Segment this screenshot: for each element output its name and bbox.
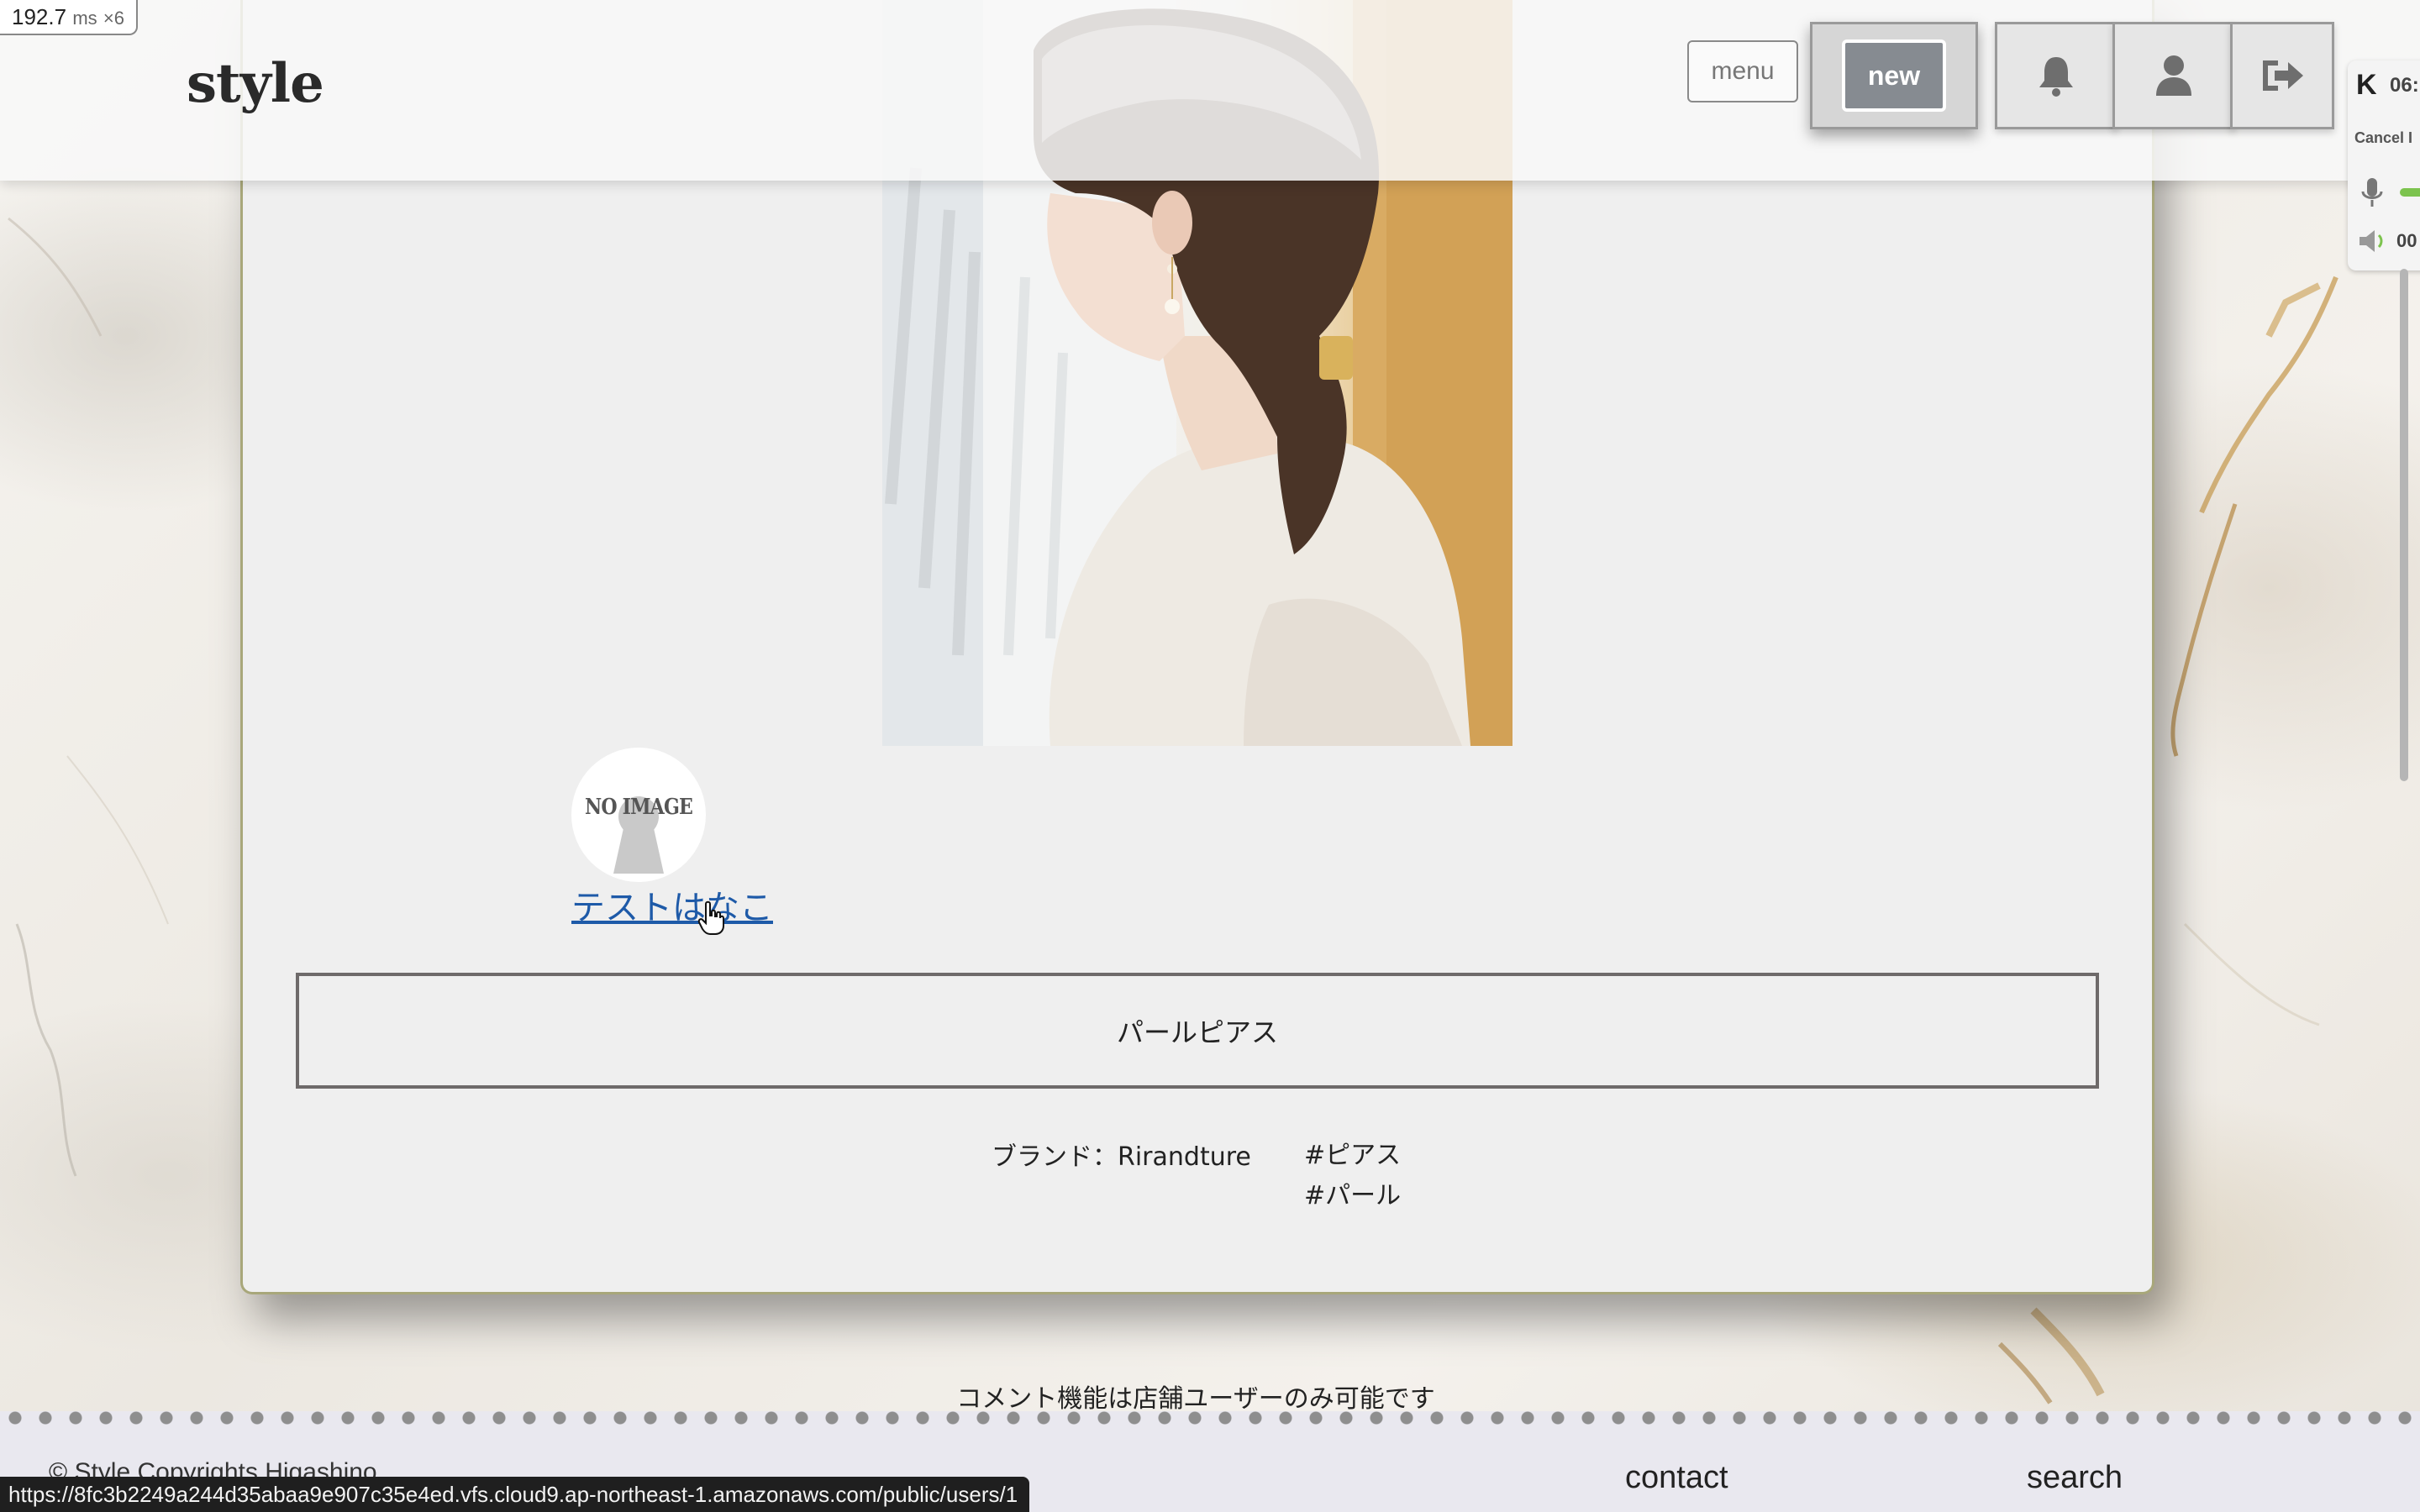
new-post-button[interactable]: new (1810, 22, 1978, 129)
status-bar-url: https://8fc3b2249a244d35abaa9e907c35e4ed… (0, 1477, 1030, 1512)
timing-badge: 192.7 ms ×6 (0, 0, 138, 35)
footer-link-search[interactable]: search (2027, 1460, 2123, 1496)
post-title-box: パールピアス (296, 973, 2099, 1089)
footer-dotted-border (0, 1410, 2420, 1426)
tag-item[interactable]: #パール (1304, 1176, 1401, 1216)
logout-icon (2263, 60, 2303, 91)
timing-value: 192.7 (12, 4, 67, 29)
footer-link-contact[interactable]: contact (1625, 1460, 1728, 1496)
bell-icon (2039, 57, 2073, 97)
extension-timer-top: 06: (2390, 74, 2419, 97)
tag-list: #ピアス #パール (1304, 1136, 1401, 1216)
post-title: パールピアス (1116, 1016, 1278, 1048)
tag-item[interactable]: #ピアス (1304, 1136, 1401, 1176)
brand-label: ブランド：Rirandture (992, 1142, 1251, 1172)
profile-button[interactable] (2112, 22, 2235, 129)
page-scrollbar[interactable] (2400, 269, 2408, 781)
user-avatar[interactable]: NO IMAGE (571, 748, 706, 882)
extension-widget[interactable]: K 06: Cancel I 00 (2348, 60, 2420, 270)
avatar-placeholder-text: NO IMAGE (584, 795, 693, 820)
logout-button[interactable] (2230, 22, 2334, 129)
speaker-icon (2360, 230, 2383, 252)
extension-cancel-button[interactable]: Cancel I (2354, 129, 2412, 147)
microphone-icon (2361, 178, 2383, 207)
new-button-label: new (1842, 39, 1946, 112)
hand-cursor-icon (697, 900, 724, 935)
user-icon (2156, 55, 2191, 96)
extension-logo: K (2356, 69, 2377, 101)
timing-multiplier: ×6 (103, 8, 124, 29)
notifications-button[interactable] (1995, 22, 2118, 129)
menu-button[interactable]: menu (1687, 40, 1798, 102)
site-logo[interactable]: style (187, 52, 324, 115)
timing-unit: ms (72, 8, 97, 29)
extension-timer-bottom: 00 (2396, 230, 2417, 251)
site-header: style menu new (0, 0, 2420, 181)
mic-level-bar (2400, 188, 2420, 197)
username-link[interactable]: テストはなこ (571, 880, 773, 929)
